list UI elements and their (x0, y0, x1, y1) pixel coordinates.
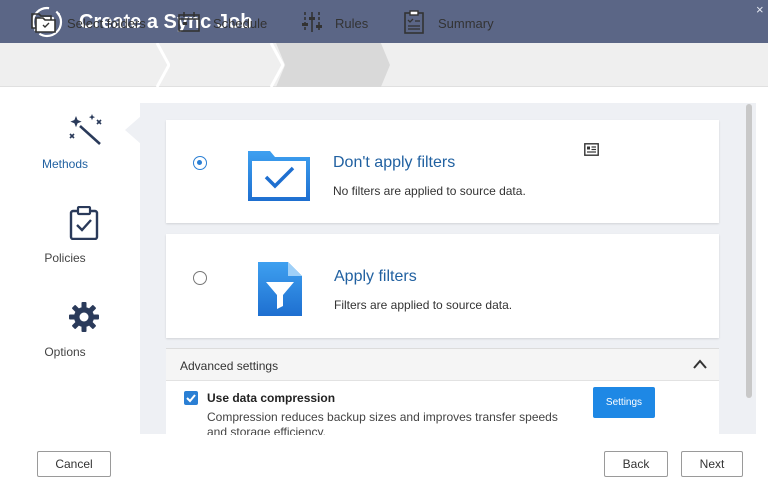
clipboard-check-icon (69, 206, 99, 240)
sidebar-item-label: Methods (41, 157, 89, 171)
sidebar-item-label: Policies (44, 251, 86, 265)
check-icon (186, 394, 196, 403)
magic-wand-icon (69, 114, 102, 145)
filter-option-title: Apply filters (334, 268, 417, 285)
info-card-icon[interactable] (584, 143, 599, 156)
filter-option-title: Don't apply filters (333, 154, 456, 171)
close-icon[interactable]: × (756, 2, 764, 17)
file-filter-icon (258, 262, 302, 316)
vertical-scrollbar[interactable] (746, 104, 752, 398)
filter-option-none[interactable]: Don't apply filters No filters are appli… (166, 120, 719, 223)
step-separator-icon (156, 43, 170, 87)
step-label: Select folders (67, 16, 146, 31)
chevron-up-icon[interactable] (692, 358, 708, 370)
compression-settings-button[interactable]: Settings (593, 387, 655, 418)
data-compression-label: Use data compression (207, 391, 336, 405)
data-compression-description: Compression reduces backup sizes and imp… (207, 410, 558, 435)
filter-apply-radio[interactable] (193, 271, 207, 285)
advanced-settings-title: Advanced settings (180, 359, 279, 373)
step-label: Rules (335, 16, 369, 31)
filter-option-description: No filters are applied to source data. (333, 184, 526, 198)
filter-option-apply[interactable]: Apply filters Filters are applied to sou… (166, 234, 719, 338)
gear-icon (69, 302, 99, 332)
folders-icon (31, 13, 56, 33)
calendar-icon (178, 12, 200, 32)
step-label: Summary (438, 16, 494, 31)
advanced-settings-panel: Advanced settings Use data compression C… (166, 348, 719, 435)
folder-check-icon (248, 151, 310, 201)
advanced-settings-header[interactable]: Advanced settings (166, 349, 719, 381)
step-separator-icon (270, 43, 284, 87)
back-button[interactable]: Back (604, 451, 668, 477)
filter-option-description: Filters are applied to source data. (334, 298, 513, 312)
cancel-button[interactable]: Cancel (37, 451, 111, 477)
step-label: Schedule (213, 16, 268, 31)
active-nav-pointer (125, 116, 141, 144)
sidebar-item-policies[interactable]: Policies (25, 206, 99, 266)
sidebar-item-label: Options (44, 345, 86, 359)
clipboard-icon (404, 10, 424, 34)
sliders-icon (302, 12, 322, 32)
filter-none-radio[interactable] (193, 156, 207, 170)
sidebar-item-options[interactable]: Options (25, 300, 99, 360)
data-compression-checkbox[interactable] (184, 391, 198, 405)
next-button[interactable]: Next (681, 451, 743, 477)
sidebar-item-methods[interactable]: Methods (25, 112, 102, 172)
active-step-highlight (276, 43, 390, 87)
